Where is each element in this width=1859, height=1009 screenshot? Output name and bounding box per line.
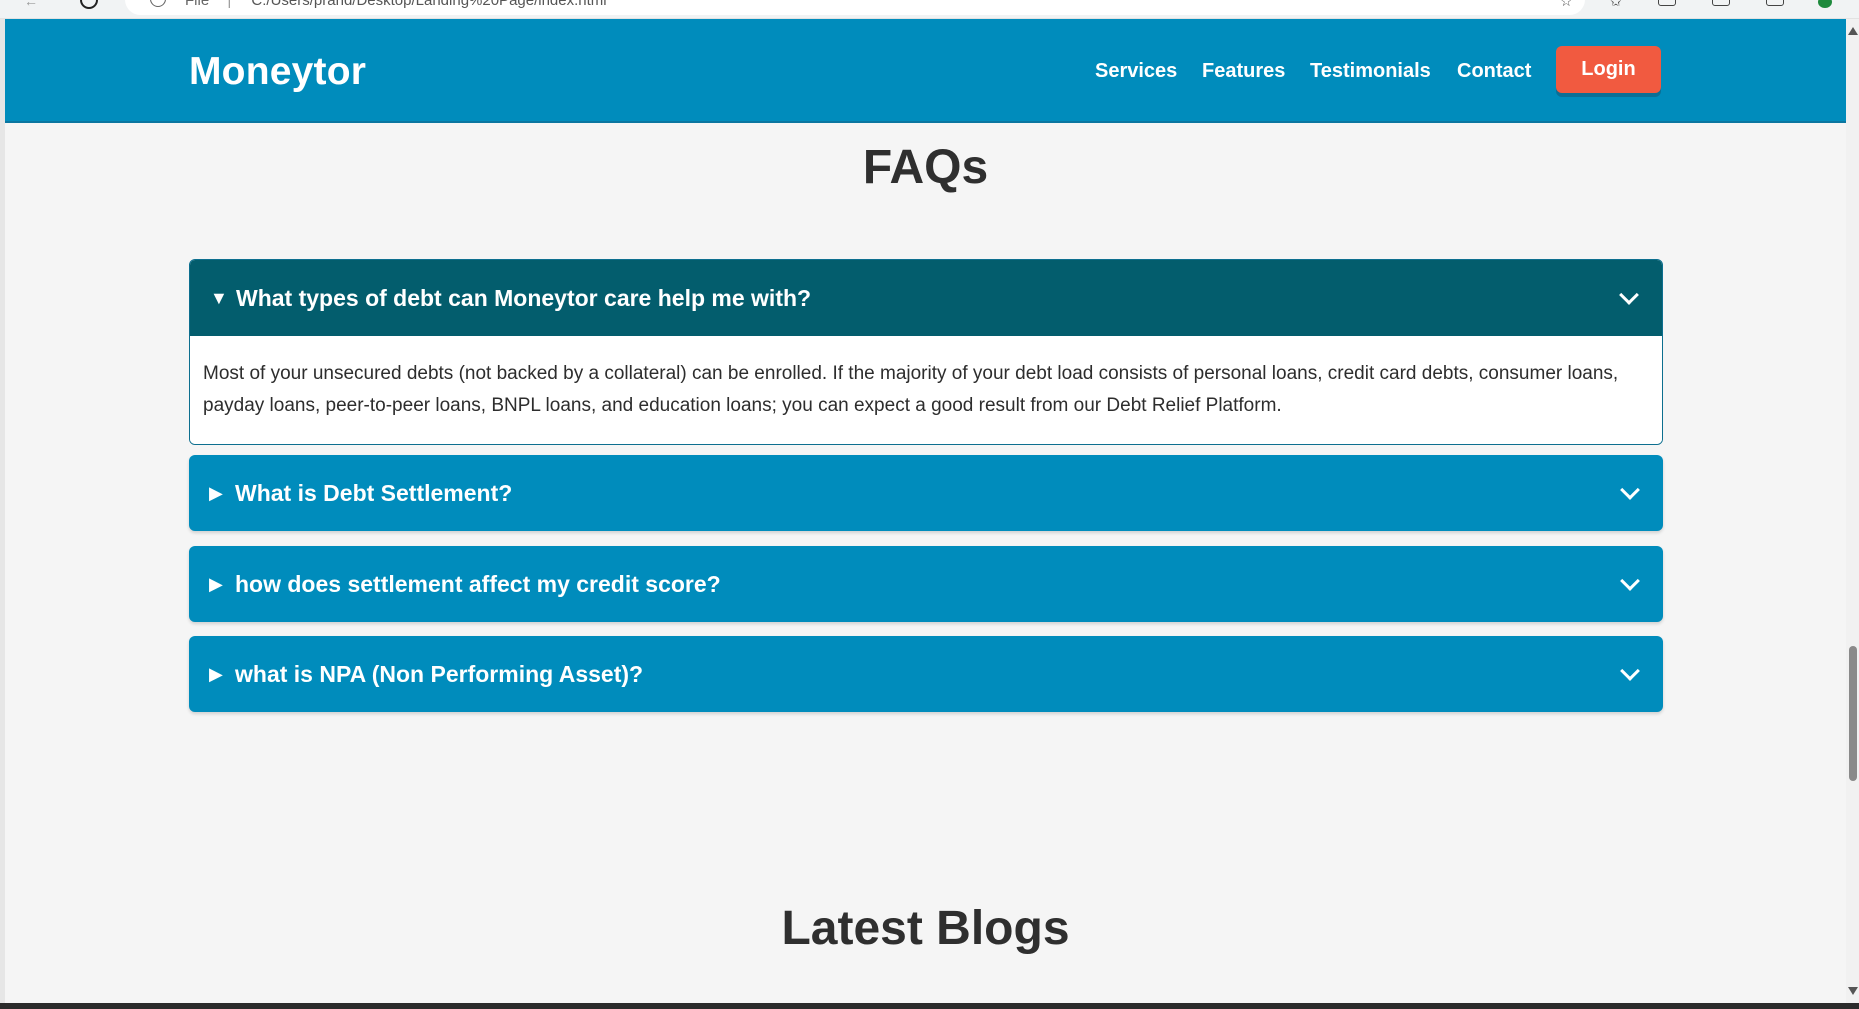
triangle-right-icon: ▶ xyxy=(209,573,223,594)
faq-item-credit-score: ▶ how does settlement affect my credit s… xyxy=(189,546,1663,622)
nav-link-features[interactable]: Features xyxy=(1202,60,1285,83)
faq-question-text: What types of debt can Moneytor care hel… xyxy=(236,284,812,311)
scrollbar-thumb[interactable] xyxy=(1849,646,1857,781)
site-header: Moneytor Services Features Testimonials … xyxy=(5,19,1846,123)
nav-link-contact[interactable]: Contact xyxy=(1457,60,1531,83)
chevron-down-icon xyxy=(1619,285,1639,305)
scroll-up-arrow-icon[interactable] xyxy=(1848,27,1858,35)
star-icon[interactable]: ☆ xyxy=(1560,0,1578,8)
triangle-down-icon: ▼ xyxy=(210,287,228,308)
browser-viewport: ← File | C:/Users/prand/Desktop/Landing%… xyxy=(0,0,1859,1009)
triangle-right-icon: ▶ xyxy=(209,663,223,684)
url-separator-icon: | xyxy=(227,0,232,9)
brand-logo[interactable]: Moneytor xyxy=(189,50,366,94)
nav-link-services[interactable]: Services xyxy=(1095,60,1177,83)
url-path: C:/Users/prand/Desktop/Landing%20Page/in… xyxy=(251,0,607,9)
blogs-section-title: Latest Blogs xyxy=(781,902,1070,955)
browser-toolbar: ← File | C:/Users/prand/Desktop/Landing%… xyxy=(0,0,1859,19)
page-scrollbar[interactable] xyxy=(1846,19,1859,1003)
reload-icon[interactable] xyxy=(80,0,98,9)
extensions-icon[interactable] xyxy=(1766,0,1784,6)
faq-question-text: what is NPA (Non Performing Asset)? xyxy=(235,660,644,687)
window-frame-bottom xyxy=(0,1003,1859,1009)
faq-question-toggle[interactable]: ▶ what is NPA (Non Performing Asset)? xyxy=(189,636,1663,712)
faq-question-text: What is Debt Settlement? xyxy=(235,479,513,506)
url-scheme: File xyxy=(185,0,210,9)
faq-question-toggle[interactable]: ▼ What types of debt can Moneytor care h… xyxy=(190,260,1662,336)
back-arrow-icon[interactable]: ← xyxy=(24,0,42,8)
chevron-down-icon xyxy=(1620,571,1640,591)
collections-icon[interactable]: ✩ xyxy=(1610,0,1628,8)
faq-question-toggle[interactable]: ▶ how does settlement affect my credit s… xyxy=(189,546,1663,622)
scroll-down-arrow-icon[interactable] xyxy=(1848,987,1858,995)
faq-item-debt-settlement: ▶ What is Debt Settlement? xyxy=(189,455,1663,531)
address-bar[interactable]: File | C:/Users/prand/Desktop/Landing%20… xyxy=(125,0,1585,15)
faq-item-debt-types: ▼ What types of debt can Moneytor care h… xyxy=(189,259,1663,445)
chevron-down-icon xyxy=(1620,661,1640,681)
favorites-icon[interactable] xyxy=(1712,0,1730,6)
profile-sync-icon[interactable] xyxy=(1818,0,1832,8)
faq-question-text: how does settlement affect my credit sco… xyxy=(235,570,721,597)
chevron-down-icon xyxy=(1620,480,1640,500)
split-screen-icon[interactable] xyxy=(1658,0,1676,6)
login-button[interactable]: Login xyxy=(1556,46,1661,93)
triangle-right-icon: ▶ xyxy=(209,482,223,503)
faq-question-toggle[interactable]: ▶ What is Debt Settlement? xyxy=(189,455,1663,531)
nav-link-testimonials[interactable]: Testimonials xyxy=(1310,60,1431,83)
faq-item-npa: ▶ what is NPA (Non Performing Asset)? xyxy=(189,636,1663,712)
faq-answer-text: Most of your unsecured debts (not backed… xyxy=(190,336,1662,444)
faq-section-title: FAQs xyxy=(862,141,989,194)
